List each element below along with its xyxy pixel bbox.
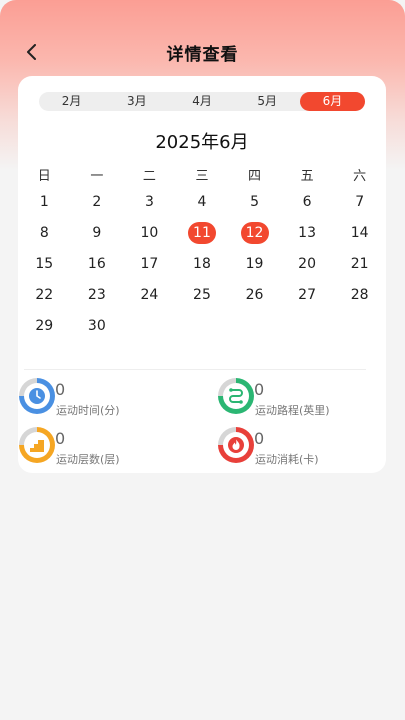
calendar-day[interactable]: 29: [18, 314, 71, 338]
calendar-day[interactable]: 3: [123, 190, 176, 214]
month-tabs: 2月 3月 4月 5月 6月: [39, 92, 366, 111]
calendar-day[interactable]: 16: [71, 252, 124, 276]
stat-value: 0: [254, 380, 265, 399]
calendar-day[interactable]: 22: [18, 283, 71, 307]
stat-value: 0: [55, 380, 66, 399]
calendar-day[interactable]: 17: [123, 252, 176, 276]
stat-ring: [19, 427, 55, 463]
tab-month-6[interactable]: 6月: [299, 92, 366, 111]
calendar-day[interactable]: 9: [71, 221, 124, 245]
calendar-day[interactable]: 25: [176, 283, 229, 307]
stat-exercise-calories: 0 运动消耗(卡): [218, 427, 388, 467]
stat-ring: [218, 427, 254, 463]
calendar-day[interactable]: 19: [228, 252, 281, 276]
calendar-empty-cell: [333, 314, 386, 338]
header: 详情查看: [0, 30, 405, 74]
calendar-day[interactable]: 7: [333, 190, 386, 214]
divider: [24, 369, 366, 370]
calendar-day[interactable]: 21: [333, 252, 386, 276]
stairs-icon: [30, 440, 44, 452]
calendar-day[interactable]: 15: [18, 252, 71, 276]
stat-exercise-floors: 0 运动层数(层): [19, 427, 189, 467]
stat-ring: [19, 378, 55, 414]
calendar-day[interactable]: 20: [281, 252, 334, 276]
calendar-day[interactable]: 13: [281, 221, 334, 245]
stat-label: 运动时间(分): [56, 404, 120, 417]
calendar-day[interactable]: 14: [333, 221, 386, 245]
stat-value: 0: [254, 429, 265, 448]
calendar-day[interactable]: 1: [18, 190, 71, 214]
stat-label: 运动路程(英里): [255, 404, 330, 417]
week-row: 29 30: [18, 314, 386, 338]
calendar-day[interactable]: 26: [228, 283, 281, 307]
week-row: 1 2 3 4 5 6 7: [18, 190, 386, 214]
calendar-day[interactable]: 2: [71, 190, 124, 214]
weekday-row: 日 一 二 三 四 五 六: [18, 162, 386, 186]
tab-month-5[interactable]: 5月: [235, 92, 300, 111]
flame-icon: [228, 437, 244, 453]
clock-icon: [29, 388, 45, 404]
tab-month-4[interactable]: 4月: [169, 92, 234, 111]
calendar-day[interactable]: 4: [176, 190, 229, 214]
weekday-label: 四: [248, 168, 262, 184]
weekday-label: 日: [37, 168, 51, 184]
stat-exercise-time: 0 运动时间(分): [19, 378, 189, 418]
weekday-label: 一: [90, 168, 104, 184]
stat-exercise-distance: 0 运动路程(英里): [218, 378, 388, 418]
tab-month-3[interactable]: 3月: [104, 92, 169, 111]
calendar-day[interactable]: 27: [281, 283, 334, 307]
week-row: 15 16 17 18 19 20 21: [18, 252, 386, 276]
calendar-day[interactable]: 6: [281, 190, 334, 214]
app-screen: 详情查看 2月 3月 4月 5月 6月 2025年6月 日 一 二 三 四 五 …: [0, 0, 405, 720]
calendar-empty-cell: [123, 314, 176, 338]
calendar-day[interactable]: 24: [123, 283, 176, 307]
calendar-empty-cell: [228, 314, 281, 338]
calendar-title: 2025年6月: [155, 132, 249, 153]
calendar-empty-cell: [281, 314, 334, 338]
calendar-empty-cell: [176, 314, 229, 338]
calendar-day-selected[interactable]: 12: [228, 221, 281, 245]
week-row: 22 23 24 25 26 27 28: [18, 283, 386, 307]
tab-month-2[interactable]: 2月: [39, 92, 104, 111]
week-row: 8 9 10 11 12 13 14: [18, 221, 386, 245]
stat-label: 运动层数(层): [56, 453, 120, 466]
weekday-label: 六: [353, 168, 367, 184]
calendar-day[interactable]: 23: [71, 283, 124, 307]
weekday-label: 三: [195, 168, 209, 184]
stat-label: 运动消耗(卡): [255, 453, 319, 466]
calendar-day[interactable]: 8: [18, 221, 71, 245]
weekday-label: 二: [142, 168, 156, 184]
calendar-day[interactable]: 28: [333, 283, 386, 307]
calendar-day[interactable]: 10: [123, 221, 176, 245]
weekday-label: 五: [300, 168, 314, 184]
stat-value: 0: [55, 429, 66, 448]
calendar-day[interactable]: 5: [228, 190, 281, 214]
detail-card: 2月 3月 4月 5月 6月 2025年6月 日 一 二 三 四 五 六 1 2…: [18, 76, 386, 473]
route-icon: [229, 388, 243, 404]
calendar-day[interactable]: 30: [71, 314, 124, 338]
calendar-day[interactable]: 18: [176, 252, 229, 276]
stat-ring: [218, 378, 254, 414]
page-title: 详情查看: [166, 45, 239, 65]
calendar-day-selected[interactable]: 11: [176, 221, 229, 245]
